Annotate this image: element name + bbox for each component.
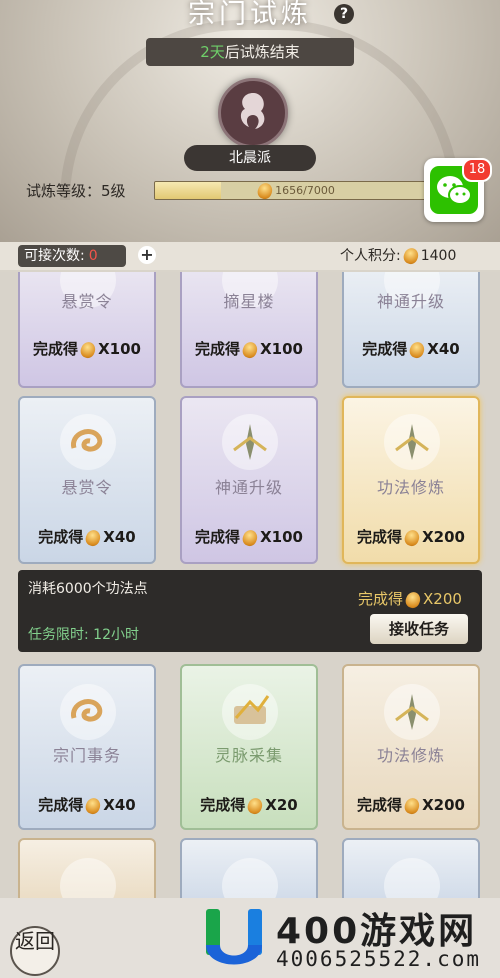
coin-icon: [401, 246, 421, 266]
task-reward: 完成得 X40: [38, 795, 136, 816]
coin-icon: [240, 527, 260, 548]
task-name: 宗门事务: [52, 746, 121, 765]
coin-icon: [407, 339, 427, 360]
task-reward: 完成得 X200: [357, 527, 465, 548]
task-name: 悬赏令: [61, 478, 113, 497]
task-name: 神通升级: [214, 478, 283, 497]
sect-name: 北晨派: [184, 145, 316, 171]
spirit-tree-icon: [384, 684, 440, 740]
task-reward: 完成得 X100: [195, 339, 303, 360]
task-cost: 消耗6000个功法点: [28, 581, 148, 597]
coin-icon: [402, 527, 422, 548]
scroll-arrow-icon: [222, 684, 278, 740]
personal-points: 个人积分: 1400: [340, 245, 456, 267]
sect-emblem-icon: [218, 78, 288, 148]
task-name: 灵脉采集: [214, 746, 283, 765]
task-time-limit: 任务限时: 12小时: [28, 627, 139, 643]
coin-icon: [403, 589, 423, 610]
coin-icon: [78, 339, 98, 360]
task-reward: 完成得 X40: [362, 339, 460, 360]
spirit-tree-icon: [384, 414, 440, 470]
task-detail-panel: 消耗6000个功法点 完成得 X200 任务限时: 12小时 接收任务: [18, 570, 482, 652]
task-card[interactable]: 灵脉采集 完成得 X20: [180, 664, 318, 830]
countdown-days: 2天: [200, 43, 225, 61]
page-title: 宗门试炼: [188, 0, 312, 30]
task-name: 功法修炼: [376, 746, 445, 765]
trial-countdown: 2天后试炼结束: [146, 38, 354, 66]
back-button[interactable]: 返回: [10, 926, 60, 976]
coin-icon: [240, 339, 260, 360]
wechat-shortcut[interactable]: 18: [424, 158, 492, 222]
task-card-selected[interactable]: 功法修炼 完成得 X200: [342, 396, 480, 564]
task-detail-reward: 完成得 X200: [358, 589, 462, 610]
task-name: 功法修炼: [376, 478, 445, 497]
swirl-cloud-icon: [60, 414, 116, 470]
coin-icon: [83, 795, 103, 816]
add-attempts-button[interactable]: +: [138, 246, 156, 264]
coin-icon: [245, 795, 265, 816]
points-value: 1400: [420, 248, 457, 264]
task-card[interactable]: 功法修炼 完成得 X200: [342, 664, 480, 830]
task-reward: 完成得 X40: [38, 527, 136, 548]
task-reward: 完成得 X20: [200, 795, 298, 816]
coin-icon: [402, 795, 422, 816]
coin-icon: [83, 527, 103, 548]
task-reward: 完成得 X100: [195, 527, 303, 548]
watermark-phone: 4006525522.com: [276, 947, 482, 971]
accept-count-label: 可接次数:: [24, 248, 85, 264]
task-card[interactable]: 悬赏令 完成得 X40: [18, 396, 156, 564]
spirit-tree-icon: [222, 858, 278, 898]
spirit-tree-icon: [222, 414, 278, 470]
task-reward: 完成得 X100: [33, 339, 141, 360]
progress-text: 1656/7000: [155, 182, 435, 199]
task-name: 神通升级: [376, 292, 445, 311]
task-card[interactable]: 摘星楼 完成得 X100: [180, 272, 318, 388]
task-card[interactable]: [18, 838, 156, 898]
task-card[interactable]: [342, 838, 480, 898]
task-card[interactable]: 悬赏令 完成得 X100: [18, 272, 156, 388]
accept-task-button[interactable]: 接收任务: [370, 614, 468, 644]
task-card[interactable]: [180, 838, 318, 898]
task-name: 摘星楼: [223, 292, 275, 311]
notification-badge: 18: [462, 158, 492, 182]
help-icon[interactable]: ?: [334, 4, 354, 24]
trial-level-progress-bar: 1656/7000: [154, 181, 436, 200]
task-card[interactable]: 神通升级 完成得 X40: [342, 272, 480, 388]
accept-count: 可接次数: 0: [18, 245, 126, 267]
accept-count-value: 0: [88, 248, 98, 264]
task-name: 悬赏令: [61, 292, 113, 311]
progress-value: 1656/7000: [275, 184, 335, 197]
swirl-cloud-icon: [60, 684, 116, 740]
swirl-cloud-icon: [60, 858, 116, 898]
task-card[interactable]: 神通升级 完成得 X100: [180, 396, 318, 564]
watermark-logo-icon: [204, 905, 264, 971]
trial-level-label: 试炼等级：5级: [26, 182, 126, 200]
task-reward: 完成得 X200: [357, 795, 465, 816]
points-label: 个人积分:: [340, 248, 401, 264]
countdown-suffix: 后试炼结束: [224, 43, 300, 61]
coin-icon: [255, 182, 275, 199]
crane-emblem-icon: [240, 93, 265, 129]
task-card[interactable]: 宗门事务 完成得 X40: [18, 664, 156, 830]
swirl-cloud-icon: [384, 858, 440, 898]
